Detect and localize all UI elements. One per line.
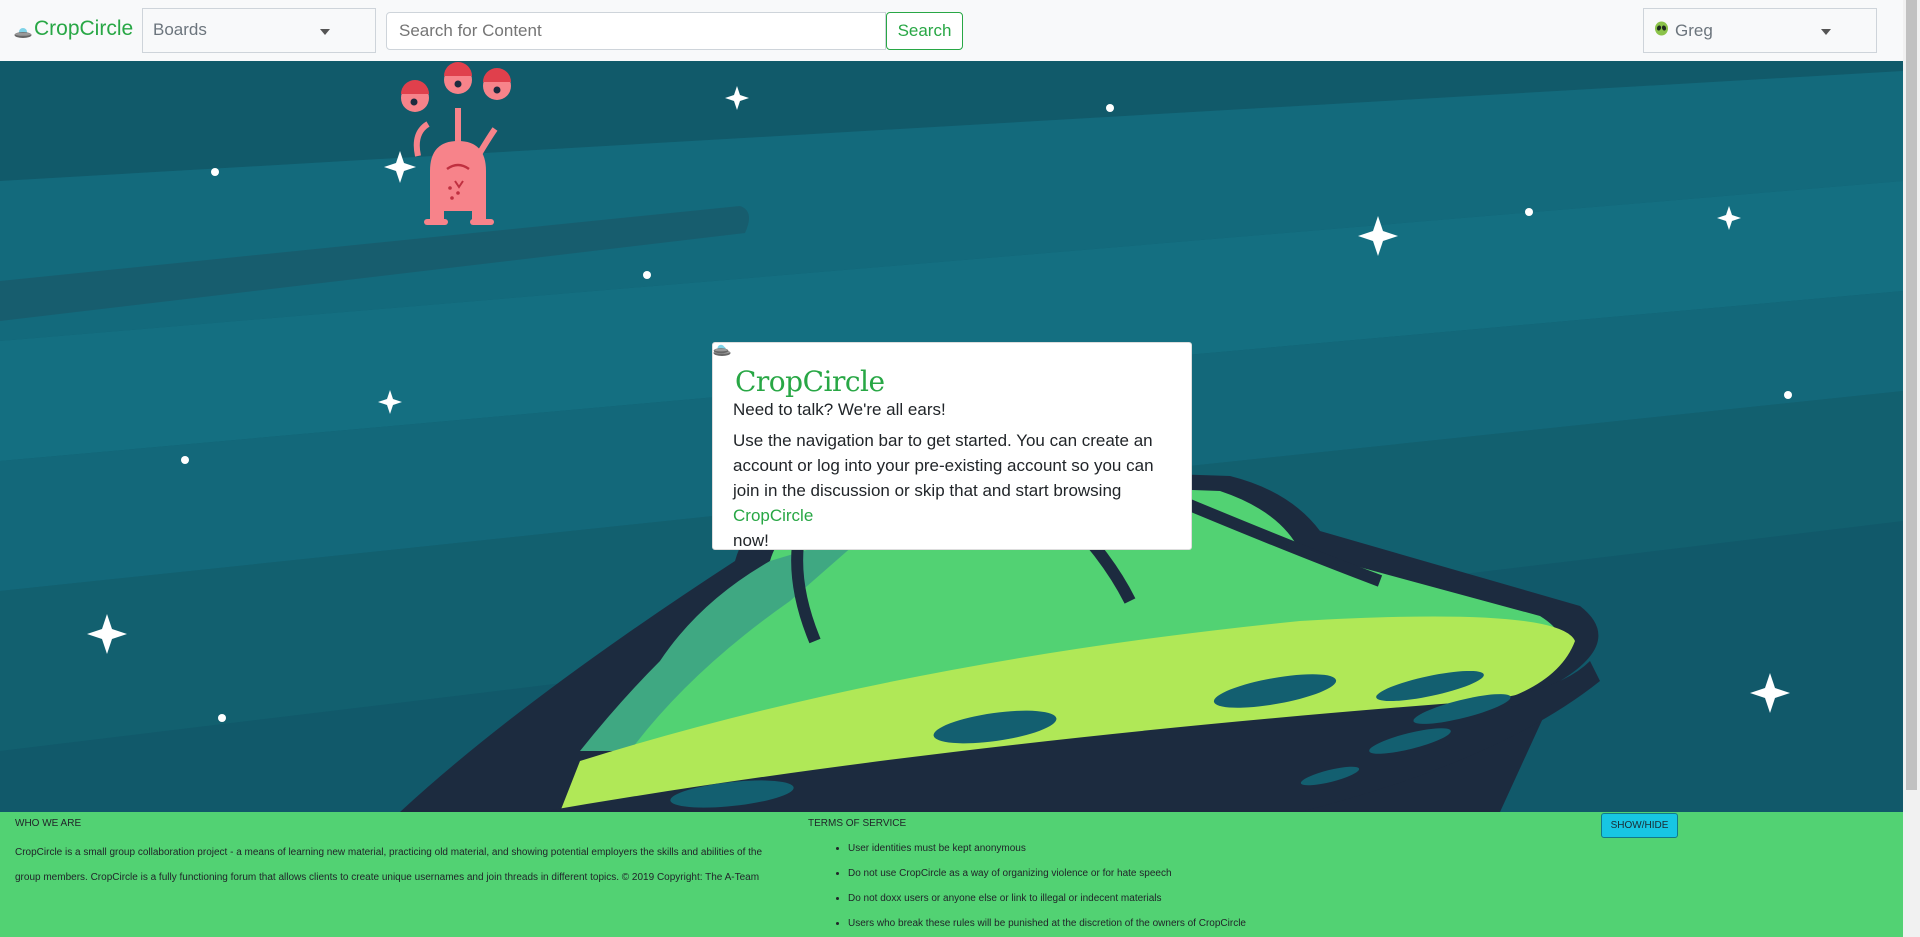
chevron-down-icon: [1821, 29, 1831, 35]
terms-heading: TERMS OF SERVICE: [808, 818, 907, 829]
brand-link[interactable]: CropCircle: [14, 17, 133, 41]
who-we-are-heading: WHO WE ARE: [15, 818, 82, 829]
terms-item: Users who break these rules will be puni…: [848, 911, 1246, 936]
footer: WHO WE ARE CropCircle is a small group c…: [0, 812, 1903, 937]
boards-select[interactable]: Boards: [142, 8, 376, 53]
hero-background: CropCircle Need to talk? We're all ears!…: [0, 61, 1903, 812]
terms-item: Do not doxx users or anyone else or link…: [848, 886, 1246, 911]
who-we-are-text: CropCircle is a small group collaboratio…: [15, 847, 763, 883]
alien-face-icon: [1654, 21, 1669, 41]
chevron-down-icon: [320, 29, 330, 35]
boards-select-value: Boards: [153, 20, 207, 39]
user-select[interactable]: Greg: [1643, 8, 1877, 53]
terms-list: User identities must be kept anonymous D…: [848, 836, 1246, 936]
search-input[interactable]: [386, 12, 886, 50]
scrollbar[interactable]: [1903, 0, 1920, 937]
terms-item: User identities must be kept anonymous: [848, 836, 1246, 861]
scrollbar-thumb[interactable]: [1906, 0, 1917, 790]
card-brand-link[interactable]: CropCircle: [733, 506, 813, 525]
card-title-text: CropCircle: [735, 365, 885, 398]
navbar: CropCircle Boards Search Greg: [0, 0, 1903, 61]
card-body-text: Use the navigation bar to get started. Y…: [733, 431, 1154, 500]
search-button[interactable]: Search: [886, 12, 963, 50]
user-select-value: Greg: [1675, 20, 1713, 40]
ufo-icon: [14, 22, 32, 38]
card-body: Use the navigation bar to get started. Y…: [713, 344, 1171, 553]
show-hide-button[interactable]: SHOW/HIDE: [1601, 813, 1678, 838]
card-title: CropCircle: [713, 346, 1171, 398]
welcome-card: CropCircle Need to talk? We're all ears!…: [712, 342, 1192, 550]
card-subtitle: Need to talk? We're all ears!: [733, 400, 946, 419]
brand-label: CropCircle: [34, 17, 134, 40]
terms-item: Do not use CropCircle as a way of organi…: [848, 861, 1246, 886]
card-body-tail: now!: [733, 531, 769, 550]
